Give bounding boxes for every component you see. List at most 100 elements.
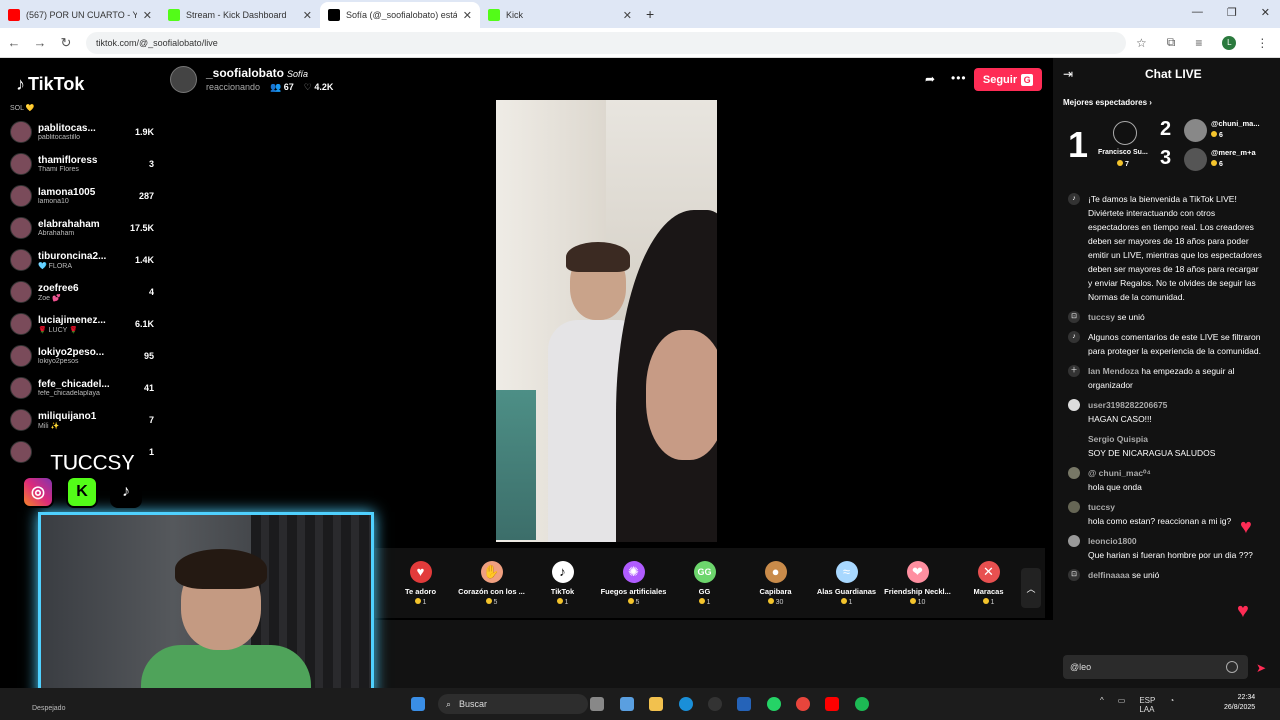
store-icon[interactable]: [737, 697, 751, 711]
chrome-icon[interactable]: [796, 697, 810, 711]
gift-item[interactable]: ♥ Te adoro 1: [385, 560, 456, 606]
streamer-avatar[interactable]: [170, 66, 197, 93]
podium-rank-3: 3: [1160, 147, 1172, 169]
heart-chocolate-icon: ♥: [409, 560, 432, 583]
list-item[interactable]: luciajimenez... 🌹 LUCY 🌹 6.1K: [10, 308, 154, 340]
close-icon[interactable]: ✕: [463, 9, 472, 22]
media-icon[interactable]: ≡: [1195, 36, 1202, 50]
avatar[interactable]: [1113, 121, 1137, 145]
taskbar-search[interactable]: ⌕ Buscar: [438, 694, 588, 714]
gift-item[interactable]: ● Capibara 30: [740, 560, 811, 606]
avatar: [10, 217, 32, 239]
obs-icon[interactable]: [708, 697, 722, 711]
close-icon[interactable]: ✕: [143, 9, 152, 22]
network-icon[interactable]: ▭: [1118, 696, 1126, 714]
gift-item[interactable]: ≈ Alas Guardianas 1: [811, 560, 882, 606]
heart-icon: ♥: [1237, 600, 1249, 622]
avatar: [10, 313, 32, 335]
chat-message: ♪ ¡Te damos la bienvenida a TikTok LIVE! …: [1068, 192, 1264, 304]
forward-button[interactable]: →: [28, 35, 52, 50]
tiktok-icon: ♪: [551, 560, 574, 583]
list-item[interactable]: lamona1005 lamona10 287: [10, 180, 154, 212]
tab-tiktok[interactable]: Sofía (@_soofialobato) está ✕: [320, 2, 480, 28]
avatar: [10, 409, 32, 431]
gift-item[interactable]: ✋ Corazón con los ... 5: [456, 560, 527, 606]
follow-button[interactable]: Seguir G: [974, 68, 1042, 91]
avatar: [10, 441, 32, 463]
wifi-icon[interactable]: ◔: [1169, 696, 1174, 714]
youtube-icon[interactable]: [825, 697, 839, 711]
avatar: [1068, 399, 1080, 411]
live-video[interactable]: [496, 100, 717, 542]
address-bar: ← → ↻ tiktok.com/@_soofialobato/live ☆ ⧉ ≡…: [0, 28, 1280, 58]
minimize-button[interactable]: —: [1192, 6, 1203, 19]
whatsapp-icon[interactable]: [767, 697, 781, 711]
close-icon[interactable]: ✕: [303, 9, 312, 22]
gift-item[interactable]: ❤ Friendship Neckl... 10: [882, 560, 953, 606]
avatar[interactable]: [1184, 148, 1207, 171]
tiktok-logo[interactable]: ♪ TikTok: [16, 74, 84, 95]
file-explorer-icon[interactable]: [649, 697, 663, 711]
extensions-icon[interactable]: ⧉: [1167, 35, 1176, 50]
task-view-icon[interactable]: [590, 697, 604, 711]
streamer-name[interactable]: _soofialobato Sofía: [206, 66, 308, 80]
windows-start-icon[interactable]: [411, 697, 425, 711]
new-tab-button[interactable]: +: [646, 6, 654, 22]
chat-message: Sergio Quispia SOY DE NICARAGUA SALUDOS: [1068, 432, 1264, 460]
avatar[interactable]: [1184, 119, 1207, 142]
edge-icon[interactable]: [679, 697, 693, 711]
list-item[interactable]: fefe_chicadel... fefe_chicadelaplaya 41: [10, 372, 154, 404]
spotify-icon[interactable]: [855, 697, 869, 711]
top-viewers-link[interactable]: Mejores espectadores ›: [1063, 98, 1152, 107]
list-item[interactable]: tiburoncina2... 🩵 FLORA 1.4K: [10, 244, 154, 276]
copilot-icon[interactable]: [620, 697, 634, 711]
list-item[interactable]: thamifloress Thami Flores 3: [10, 148, 154, 180]
kick-icon: [168, 9, 180, 21]
join-icon: ⊡: [1068, 311, 1080, 323]
menu-icon[interactable]: ⋮: [1256, 36, 1268, 50]
gift-item[interactable]: GG GG 1: [669, 560, 740, 606]
chat-input[interactable]: @leo: [1063, 655, 1248, 679]
close-icon[interactable]: ✕: [623, 9, 632, 22]
chat-message: leoncio1800 Que harian si fueran hombre p…: [1068, 534, 1264, 562]
list-item[interactable]: miliquijano1 Mili ✨ 7: [10, 404, 154, 436]
close-window-button[interactable]: ✕: [1261, 6, 1270, 19]
search-icon: ⌕: [446, 698, 452, 709]
viewers-count: 👥 67: [270, 82, 294, 92]
gift-item[interactable]: ♪ TikTok 1: [527, 560, 598, 606]
list-item[interactable]: elabrahaham Abrahaham 17.5K: [10, 212, 154, 244]
list-item[interactable]: zoefree6 Zoe 💕 4: [10, 276, 154, 308]
tab-kick-dashboard[interactable]: Stream - Kick Dashboard ✕: [160, 2, 320, 28]
chevron-up-icon[interactable]: ^: [1100, 696, 1104, 714]
back-button[interactable]: ←: [2, 35, 26, 50]
url-field[interactable]: tiktok.com/@_soofialobato/live: [86, 31, 1126, 54]
chat-message: ＋ Ian Mendoza ha empezado a seguir al org…: [1068, 364, 1264, 392]
profile-avatar[interactable]: L: [1222, 35, 1237, 50]
clock[interactable]: 22:34 26/8/2025: [1224, 693, 1255, 713]
tab-strip: (567) POR UN CUARTO - YouTube✕ Stream - …: [0, 0, 1280, 28]
list-item[interactable]: SOL 💛: [10, 100, 154, 116]
podium-rank-1: 1: [1068, 124, 1089, 165]
tab-youtube[interactable]: (567) POR UN CUARTO - YouTube✕: [0, 2, 160, 28]
gift-bar: ♥ Te adoro 1 ✋ Corazón con los ... 5 ♪ TikTok…: [375, 548, 1045, 618]
collapse-chat-icon[interactable]: ⇥: [1063, 67, 1073, 81]
viewer-ranking: SOL 💛 pablitocas... pablitocastillo 1.9K t…: [10, 100, 154, 468]
more-icon[interactable]: •••: [951, 71, 967, 85]
maximize-button[interactable]: ❐: [1227, 6, 1237, 19]
send-icon[interactable]: ➤: [1256, 661, 1266, 675]
emoji-icon[interactable]: [1226, 661, 1238, 673]
expand-gifts-button[interactable]: ︿: [1021, 568, 1041, 608]
tab-kick[interactable]: Kick ✕: [480, 2, 640, 28]
list-item[interactable]: pablitocas... pablitocastillo 1.9K: [10, 116, 154, 148]
avatar: [1068, 467, 1080, 479]
gift-item[interactable]: ✺ Fuegos artificiales 5: [598, 560, 669, 606]
list-item[interactable]: lokiyo2peso... lokiyo2pesos 95: [10, 340, 154, 372]
gg-icon: GG: [693, 560, 716, 583]
share-icon[interactable]: ➦: [925, 72, 935, 86]
window-controls: — ❐ ✕: [1192, 6, 1270, 19]
reload-button[interactable]: ↻: [54, 35, 78, 51]
star-icon[interactable]: ☆: [1136, 36, 1147, 50]
avatar: [1068, 535, 1080, 547]
people-icon: 👥: [270, 82, 282, 92]
gift-item[interactable]: ✕ Maracas 1: [953, 560, 1024, 606]
